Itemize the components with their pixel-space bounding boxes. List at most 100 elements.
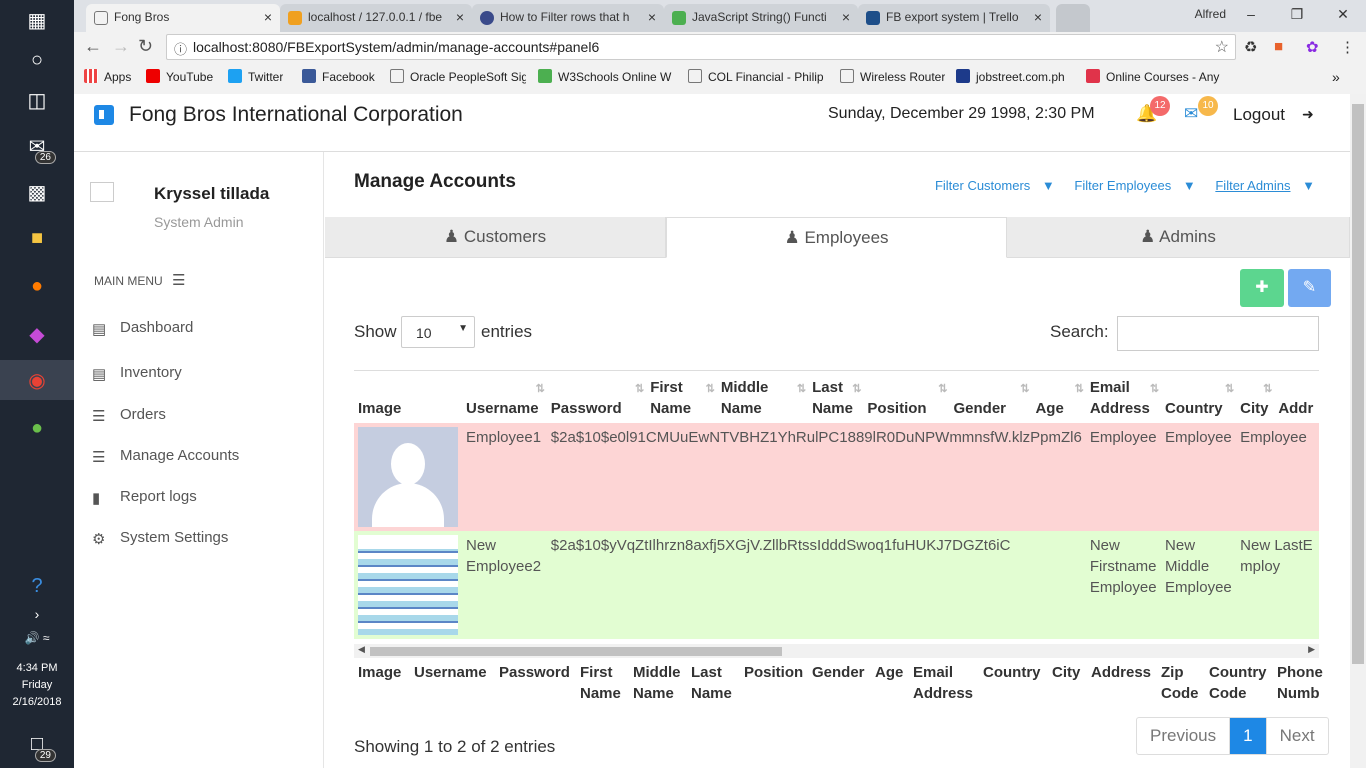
previous-page-button[interactable]: Previous — [1137, 718, 1229, 754]
close-icon[interactable]: × — [1034, 9, 1042, 25]
browser-tab-phpmyadmin[interactable]: localhost / 127.0.0.1 / fbe × — [280, 4, 472, 32]
reload-icon[interactable]: ↻ — [138, 36, 153, 57]
tab-employees[interactable]: ♟ Employees — [666, 217, 1007, 258]
main-menu-toggle[interactable]: MAIN MENU ☰ — [94, 271, 185, 289]
spring-icon[interactable]: ● — [14, 408, 60, 448]
table-row[interactable]: Employee1 $2a$10$e0l91CMUuEwNTVBHZ1YhRul… — [354, 423, 1319, 531]
column-header[interactable]: First Name ⇅ — [646, 371, 717, 423]
column-header[interactable]: Email Address ⇅ — [1086, 371, 1161, 423]
horizontal-scrollbar[interactable]: ◀ ▶ — [354, 644, 1319, 658]
app-icon[interactable]: ◆ — [14, 314, 60, 354]
column-header[interactable]: Password ⇅ — [547, 371, 646, 423]
browser-tab-fong-bros[interactable]: Fong Bros × — [86, 4, 280, 32]
action-center-icon[interactable]: □ 29 — [14, 724, 60, 764]
column-header[interactable]: Username ⇅ — [462, 371, 547, 423]
bookmark-wireless-router[interactable]: Wireless Router — [840, 69, 945, 84]
user-icon: ♟ — [443, 227, 460, 246]
minimize-icon[interactable]: – — [1228, 0, 1274, 30]
back-icon[interactable]: ← — [84, 36, 102, 57]
table-row[interactable]: New Employee2 $2a$10$yVqZtIlhrzn8axfj5XG… — [354, 531, 1319, 639]
column-header[interactable]: Last Name ⇅ — [808, 371, 863, 423]
recycle-extension-icon[interactable]: ♻ — [1244, 38, 1257, 56]
envelope-icon[interactable]: ✉ — [1184, 104, 1198, 124]
forward-icon[interactable]: → — [112, 36, 130, 57]
column-header[interactable]: Middle Name ⇅ — [717, 371, 808, 423]
next-page-button[interactable]: Next — [1265, 718, 1328, 754]
bookmark-star-icon[interactable]: ☆ — [1215, 37, 1229, 57]
close-window-icon[interactable]: ✕ — [1320, 0, 1366, 30]
tab-customers[interactable]: ♟ Customers — [325, 217, 666, 258]
column-header[interactable]: Gender ⇅ — [950, 371, 1032, 423]
filter-admins-link[interactable]: Filter Admins ▼ — [1207, 178, 1315, 193]
maximize-icon[interactable]: ❐ — [1274, 0, 1320, 30]
footer-column: Country Code — [1209, 664, 1267, 702]
info-icon[interactable]: ⓘ — [174, 39, 187, 58]
page-scrollbar[interactable] — [1350, 94, 1366, 768]
window-controls: – ❐ ✕ — [1228, 0, 1366, 30]
new-tab-button[interactable] — [1056, 4, 1090, 32]
logout-link[interactable]: Logout — [1233, 105, 1285, 125]
bookmark-youtube[interactable]: YouTube — [146, 69, 213, 84]
bookmark-col-financial[interactable]: COL Financial - Philip — [688, 69, 828, 84]
scroll-left-icon[interactable]: ◀ — [358, 644, 365, 655]
browser-tab-trello[interactable]: FB export system | Trello × — [858, 4, 1050, 32]
add-user-icon: ✚ — [1255, 279, 1269, 296]
more-bookmarks-icon[interactable]: » — [1332, 69, 1340, 85]
color-extension-icon[interactable]: ✿ — [1306, 38, 1319, 56]
sign-out-icon[interactable]: ➜ — [1302, 106, 1314, 123]
bookmark-label: Oracle PeopleSoft Sig — [410, 70, 526, 84]
sidebar-item-report-logs[interactable]: ▮ Report logs — [92, 488, 312, 514]
bookmark-w3schools[interactable]: W3Schools Online W — [538, 69, 676, 84]
clock[interactable]: 4:34 PM Friday 2/16/2018 — [0, 660, 74, 711]
page-1-button[interactable]: 1 — [1229, 718, 1266, 754]
bookmark-facebook[interactable]: Facebook — [302, 69, 375, 84]
bookmark-oracle[interactable]: Oracle PeopleSoft Sig — [390, 69, 526, 84]
sidebar-item-manage-accounts[interactable]: ☰ Manage Accounts — [92, 447, 312, 473]
windows-start-icon[interactable]: ▦ — [14, 0, 60, 40]
chrome-icon[interactable]: ◉ — [0, 360, 74, 400]
bookmark-twitter[interactable]: Twitter — [228, 69, 283, 84]
add-user-button[interactable]: ✚ — [1240, 269, 1284, 307]
column-header[interactable]: Country ⇅ — [1161, 371, 1236, 423]
scroll-thumb[interactable] — [370, 647, 782, 656]
sidebar-item-orders[interactable]: ☰ Orders — [92, 406, 312, 432]
bookmark-online-courses[interactable]: Online Courses - Any — [1086, 69, 1236, 84]
column-header[interactable]: Addr — [1274, 371, 1319, 423]
profile-name[interactable]: Alfred — [1195, 7, 1226, 21]
bookmark-jobstreet[interactable]: jobstreet.com.ph — [956, 69, 1065, 84]
bookmark-apps[interactable]: Apps — [84, 69, 131, 84]
search-circle-icon[interactable]: ○ — [14, 40, 60, 80]
sidebar-item-dashboard[interactable]: ▤ Dashboard — [92, 319, 312, 345]
edit-button[interactable]: ✎ — [1288, 269, 1331, 307]
tab-admins[interactable]: ♟ Admins — [1007, 217, 1350, 258]
task-view-icon[interactable]: ◫ — [14, 80, 60, 120]
filter-employees-link[interactable]: Filter Employees ▼ — [1066, 178, 1195, 193]
column-label: Position — [867, 400, 927, 417]
entries-select[interactable]: 10 ▼ — [401, 316, 475, 348]
close-icon[interactable]: × — [456, 9, 464, 25]
system-tray-icons[interactable]: 🔊 ≈ — [14, 618, 60, 658]
close-icon[interactable]: × — [648, 9, 656, 25]
address-bar[interactable]: ⓘ localhost:8080/FBExportSystem/admin/ma… — [166, 34, 1236, 60]
browser-tab-javascript[interactable]: JavaScript String() Functi × — [664, 4, 858, 32]
extension-icon[interactable]: ■ — [1274, 38, 1283, 55]
filter-label: Filter Customers — [934, 178, 1031, 193]
column-header[interactable]: Age ⇅ — [1031, 371, 1085, 423]
mail-app-icon[interactable]: ✉ 26 — [14, 126, 60, 166]
column-header[interactable]: City ⇅ — [1236, 371, 1274, 423]
close-icon[interactable]: × — [842, 9, 850, 25]
page-scroll-thumb[interactable] — [1352, 104, 1364, 664]
column-header[interactable]: Position ⇅ — [863, 371, 949, 423]
firefox-icon[interactable]: ● — [14, 266, 60, 306]
scroll-right-icon[interactable]: ▶ — [1308, 644, 1315, 655]
sidebar-item-system-settings[interactable]: ⚙ System Settings — [92, 529, 312, 555]
store-icon[interactable]: ▩ — [14, 172, 60, 212]
filter-customers-link[interactable]: Filter Customers ▼ — [927, 178, 1055, 193]
browser-tab-filter-rows[interactable]: How to Filter rows that h × — [472, 4, 664, 32]
menu-icon[interactable]: ⋮ — [1340, 38, 1355, 56]
search-input[interactable] — [1117, 316, 1319, 351]
sidebar-item-inventory[interactable]: ▤ Inventory — [92, 364, 312, 390]
column-header[interactable]: Image — [354, 371, 462, 423]
file-explorer-icon[interactable]: ■ — [14, 218, 60, 258]
close-icon[interactable]: × — [264, 9, 272, 25]
